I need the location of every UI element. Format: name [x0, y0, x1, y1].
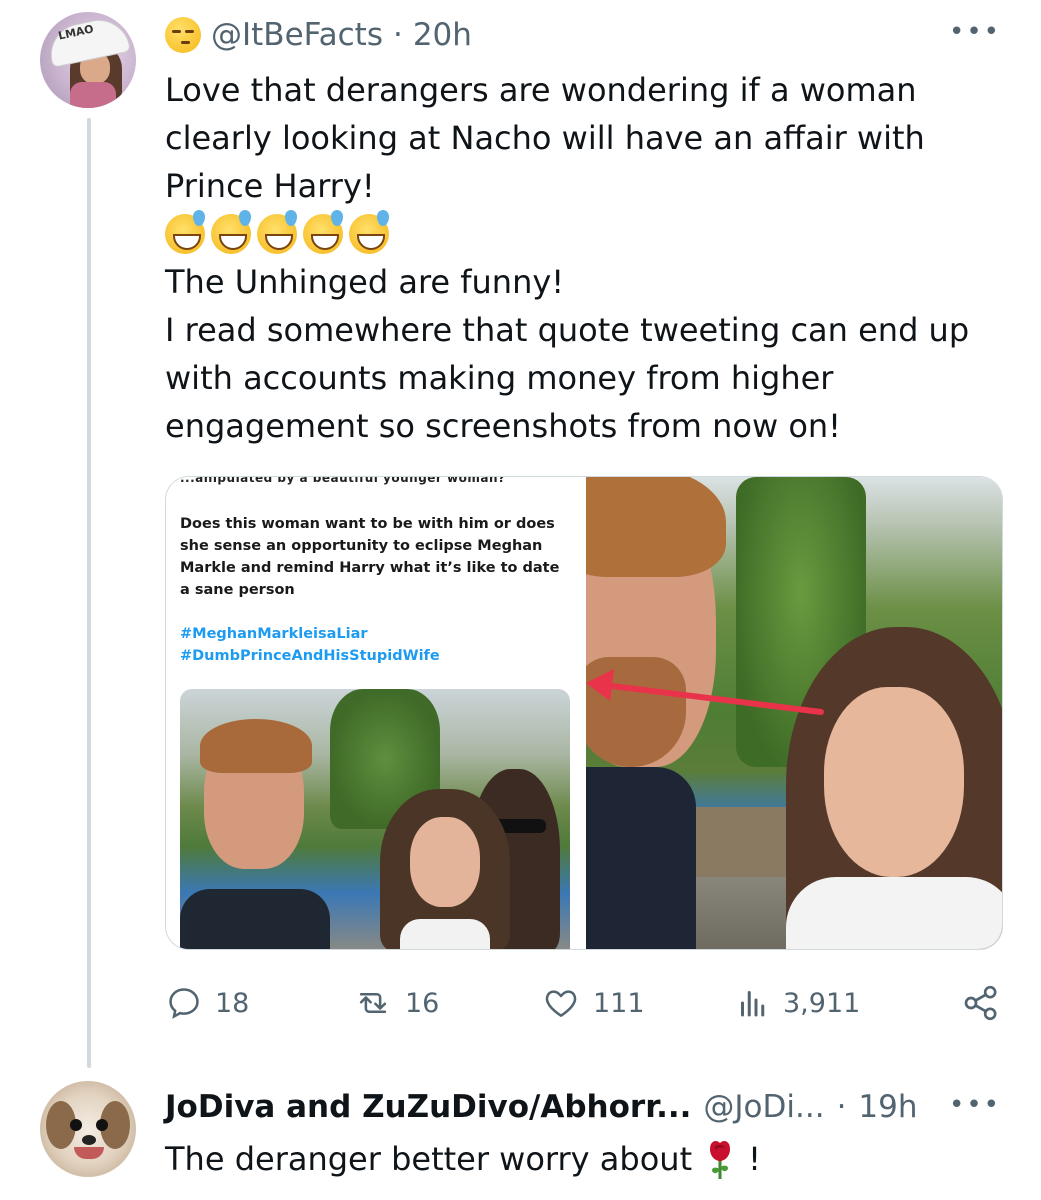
smirk-emoji-icon [165, 17, 201, 53]
reply-text-before: The deranger better worry about [165, 1140, 693, 1178]
author-avatar[interactable]: LMAO [40, 12, 136, 108]
tweet-actions: 18 16 111 3,911 [165, 978, 1003, 1028]
tweet-text-line: Prince Harry! [165, 167, 375, 205]
grinning-sweat-emoji-icon [349, 210, 389, 254]
tweet-header: @ItBeFacts · 20h [165, 14, 472, 56]
tweet: LMAO @ItBeFacts · 20h ••• Love that dera… [0, 0, 1041, 1075]
repost-icon [359, 993, 387, 1013]
reply-text: The deranger better worry about ! [165, 1135, 761, 1183]
tweet-text-line: The Unhinged are funny! [165, 263, 565, 301]
reply-author-handle[interactable]: @JoDi... [703, 1089, 824, 1125]
tweet-text: Love that derangers are wondering if a w… [165, 66, 985, 450]
share-button[interactable] [961, 978, 1001, 1028]
repost-count: 16 [405, 987, 440, 1019]
repost-button[interactable]: 16 [353, 978, 439, 1028]
author-handle[interactable]: @ItBeFacts [211, 17, 383, 53]
grinning-sweat-emoji-icon [211, 210, 251, 254]
like-button[interactable]: 111 [541, 978, 645, 1028]
heart-icon [545, 990, 577, 1017]
reply-header: JoDiva and ZuZuDivo/Abhorr... @JoDi... ·… [165, 1085, 918, 1129]
reply-button[interactable]: 18 [165, 978, 249, 1028]
tweet-media[interactable]: ...anipulated by a beautiful younger wom… [165, 476, 1003, 950]
share-icon [964, 985, 997, 1021]
reply-count: 18 [215, 987, 250, 1019]
tweet-text-line: I read somewhere that quote tweeting can… [165, 311, 970, 349]
reply-tweet: JoDiva and ZuZuDivo/Abhorr... @JoDi... ·… [0, 1075, 1041, 1200]
reply-avatar[interactable] [40, 1081, 136, 1177]
reply-time[interactable]: 19h [858, 1089, 917, 1125]
tweet-text-line: engagement so screenshots from now on! [165, 407, 841, 445]
grinning-sweat-emoji-icon [165, 210, 205, 254]
views-button[interactable]: 3,911 [735, 978, 860, 1028]
thread-line [87, 118, 91, 1068]
more-horizontal-icon[interactable]: ••• [949, 1092, 1001, 1118]
views-chart-icon [741, 991, 765, 1017]
reply-icon [169, 988, 199, 1019]
header-separator: · [836, 1089, 847, 1125]
tweet-text-line: with accounts making money from higher [165, 359, 834, 397]
reply-author-name[interactable]: JoDiva and ZuZuDivo/Abhorr... [165, 1089, 691, 1125]
more-horizontal-icon[interactable]: ••• [949, 19, 1001, 45]
emoji-row [165, 210, 985, 258]
grinning-sweat-emoji-icon [257, 210, 297, 254]
avatar-body [70, 82, 116, 108]
grinning-sweat-emoji-icon [303, 210, 343, 254]
header-separator: · [392, 17, 403, 53]
red-arrow-icon [586, 669, 824, 715]
views-count: 3,911 [783, 987, 861, 1019]
like-count: 111 [593, 987, 645, 1019]
tweet-time[interactable]: 20h [413, 17, 472, 53]
tweet-text-line: Love that derangers are wondering if a w… [165, 71, 917, 109]
tweet-text-line: clearly looking at Nacho will have an af… [165, 119, 925, 157]
reply-text-after: ! [748, 1140, 761, 1178]
rose-emoji-icon [710, 1141, 731, 1179]
